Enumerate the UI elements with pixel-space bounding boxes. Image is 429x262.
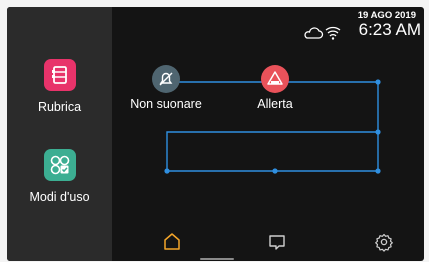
nav-chat-button[interactable] xyxy=(262,227,292,257)
alert-triangle-icon xyxy=(261,65,289,93)
nav-home-button[interactable] xyxy=(157,227,187,257)
tile-non-suonare[interactable]: Non suonare xyxy=(116,65,216,111)
connector-node xyxy=(164,168,170,174)
bell-muted-icon xyxy=(152,65,180,93)
tile-allerta[interactable]: Allerta xyxy=(225,65,325,111)
connector-node xyxy=(375,168,381,174)
connector-node xyxy=(375,79,381,85)
settings-icon xyxy=(375,233,393,252)
tile-label: Non suonare xyxy=(130,97,202,111)
home-icon xyxy=(164,233,180,250)
home-indicator[interactable] xyxy=(200,258,234,260)
chat-icon xyxy=(269,235,285,250)
device-screen: Rubrica Modi d'uso 19 AGO 2019 6:23 AM N… xyxy=(7,7,424,261)
connector-node xyxy=(375,129,381,135)
connector-node xyxy=(272,168,278,174)
nav-settings-button[interactable] xyxy=(369,227,399,257)
tile-label: Allerta xyxy=(257,97,293,111)
bottom-navbar xyxy=(112,222,424,261)
